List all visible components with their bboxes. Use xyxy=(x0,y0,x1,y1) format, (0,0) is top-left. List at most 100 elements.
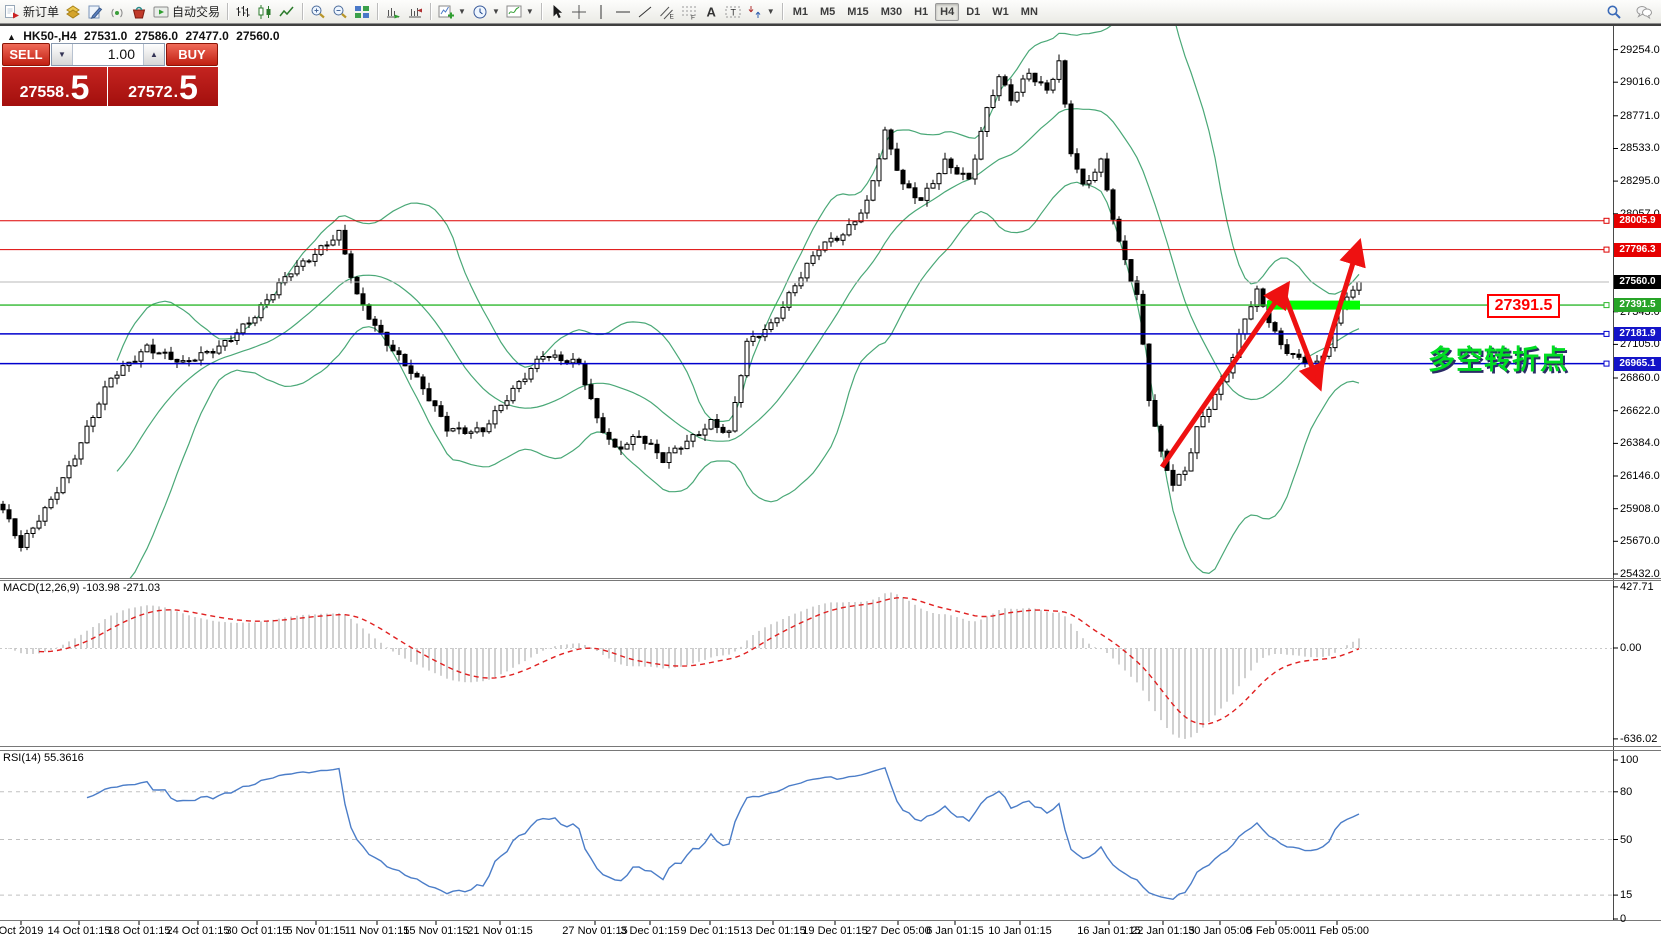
price-level-annotation[interactable]: 27391.5 xyxy=(1487,294,1560,318)
market-icon xyxy=(131,4,147,20)
sell-price-dot: . xyxy=(65,84,69,102)
toolbar-group-timeframes: M1M5M15M30H1H4D1W1MN xyxy=(786,0,1045,23)
ohlc-close: 27560.0 xyxy=(236,29,279,43)
toolbar-group-chart-type xyxy=(231,0,299,23)
chart-shift-button[interactable] xyxy=(404,1,426,22)
price-tick-label: 26146.0 xyxy=(1620,470,1660,482)
price-tick-label: 29254.0 xyxy=(1620,44,1660,56)
templates-button[interactable]: ▼ xyxy=(503,1,537,22)
toolbar-group-zoom xyxy=(306,0,374,23)
ohlc-low: 27477.0 xyxy=(185,29,228,43)
volume-increase-button[interactable]: ▲ xyxy=(143,44,164,65)
toolbar-right-icons xyxy=(1603,1,1655,22)
channel-button[interactable]: E xyxy=(656,1,678,22)
cursor-icon xyxy=(549,4,565,20)
main-toolbar: 新订单自动交易▼▼▼EFAT▼M1M5M15M30H1H4D1W1MN xyxy=(0,0,1661,24)
bars-icon xyxy=(235,4,251,20)
search-icon[interactable] xyxy=(1603,1,1625,22)
arrows-button[interactable]: ▼ xyxy=(744,1,778,22)
market-button[interactable] xyxy=(128,1,150,22)
hline-button[interactable] xyxy=(612,1,634,22)
autotrading-button-label: 自动交易 xyxy=(172,3,220,20)
trendline-icon xyxy=(637,4,653,20)
zoom-in-button[interactable] xyxy=(307,1,329,22)
editor-icon xyxy=(87,4,103,20)
macd-indicator-label: MACD(12,26,9) -103.98 -271.03 xyxy=(3,582,160,594)
autotrading-button[interactable]: 自动交易 xyxy=(150,1,223,22)
new-order-button[interactable]: 新订单 xyxy=(1,1,62,22)
bar-chart-button[interactable] xyxy=(232,1,254,22)
volume-decrease-button[interactable]: ▼ xyxy=(52,44,73,65)
tile-windows-button[interactable] xyxy=(351,1,373,22)
timeframe-h1-button[interactable]: H1 xyxy=(909,3,933,21)
volume-spinner: ▼ 1.00 ▲ xyxy=(51,43,165,66)
zoom-out-icon xyxy=(332,4,348,20)
time-axis-label: 11 Feb 05:00 xyxy=(1305,925,1369,937)
auto-scroll-button[interactable] xyxy=(382,1,404,22)
collapse-panel-icon[interactable]: ▲ xyxy=(7,32,16,42)
price-tick-label: 25908.0 xyxy=(1620,503,1660,515)
buy-price[interactable]: 27572.5 xyxy=(108,67,218,106)
time-axis-label: 30 Oct 01:15 xyxy=(226,925,289,937)
symbol-name: HK50-,H4 xyxy=(23,29,76,43)
label-button[interactable]: T xyxy=(722,1,744,22)
rsi-axis-label: 15 xyxy=(1620,889,1632,901)
price-tick-label: 26622.0 xyxy=(1620,405,1660,417)
arrows-icon xyxy=(747,4,763,20)
trendline-button[interactable] xyxy=(634,1,656,22)
timeframe-m5-button[interactable]: M5 xyxy=(815,3,840,21)
time-axis-label: 24 Oct 01:15 xyxy=(167,925,230,937)
signals-button[interactable] xyxy=(106,1,128,22)
cursor-button[interactable] xyxy=(546,1,568,22)
sell-button[interactable]: SELL xyxy=(2,43,50,66)
tile-icon xyxy=(354,4,370,20)
text-button[interactable]: A xyxy=(700,1,722,22)
zoom-out-button[interactable] xyxy=(329,1,351,22)
fibo-button[interactable]: F xyxy=(678,1,700,22)
timeframe-w1-button[interactable]: W1 xyxy=(987,3,1014,21)
rsi-axis-label: 80 xyxy=(1620,786,1632,798)
zoom-in-icon xyxy=(310,4,326,20)
label-icon: T xyxy=(725,4,741,20)
channel-icon: E xyxy=(659,4,675,20)
timeframe-d1-button[interactable]: D1 xyxy=(961,3,985,21)
timeframe-mn-button[interactable]: MN xyxy=(1016,3,1043,21)
crosshair-button[interactable] xyxy=(568,1,590,22)
chart-window: ▲ HK50-,H4 27531.0 27586.0 27477.0 27560… xyxy=(0,26,1661,943)
sell-price[interactable]: 27558.5 xyxy=(2,67,107,106)
volume-input[interactable]: 1.00 xyxy=(73,44,143,65)
vline-button[interactable] xyxy=(590,1,612,22)
price-tick-label: 26860.0 xyxy=(1620,372,1660,384)
signals-icon xyxy=(109,4,125,20)
timeframe-m15-button[interactable]: M15 xyxy=(842,3,873,21)
indicators-icon xyxy=(438,4,454,20)
indicators-button[interactable]: ▼ xyxy=(435,1,469,22)
chat-icon[interactable] xyxy=(1633,1,1655,22)
timeframe-m30-button[interactable]: M30 xyxy=(876,3,907,21)
hline-icon xyxy=(615,4,631,20)
periods-button[interactable]: ▼ xyxy=(469,1,503,22)
pivot-point-annotation[interactable]: 多空转折点 xyxy=(1428,338,1568,377)
time-axis-label: Oct 2019 xyxy=(0,925,43,937)
toolbar-separator xyxy=(227,3,228,20)
metaeditor-button[interactable] xyxy=(84,1,106,22)
price-tick-label: 25432.0 xyxy=(1620,568,1660,580)
new-order-icon xyxy=(4,4,20,20)
svg-text:A: A xyxy=(706,4,716,19)
toolbar-group-trade: 新订单 自动交易 xyxy=(0,0,224,23)
line-chart-button[interactable] xyxy=(276,1,298,22)
time-axis-label: 3 Dec 01:15 xyxy=(620,925,679,937)
time-axis-label: 10 Jan 01:15 xyxy=(988,925,1052,937)
timeframe-h4-button[interactable]: H4 xyxy=(935,3,959,21)
svg-text:T: T xyxy=(730,7,736,17)
chart-canvas xyxy=(0,26,1661,943)
chart-profiles-button[interactable] xyxy=(62,1,84,22)
candlestick-button[interactable] xyxy=(254,1,276,22)
price-line-label: 27181.9 xyxy=(1614,327,1661,341)
profiles-icon xyxy=(65,4,81,20)
buy-price-main: 27572 xyxy=(128,84,173,102)
buy-button[interactable]: BUY xyxy=(166,43,218,66)
macd-axis-label: 0.00 xyxy=(1620,642,1641,654)
autotrading-icon xyxy=(153,4,169,20)
timeframe-m1-button[interactable]: M1 xyxy=(788,3,813,21)
